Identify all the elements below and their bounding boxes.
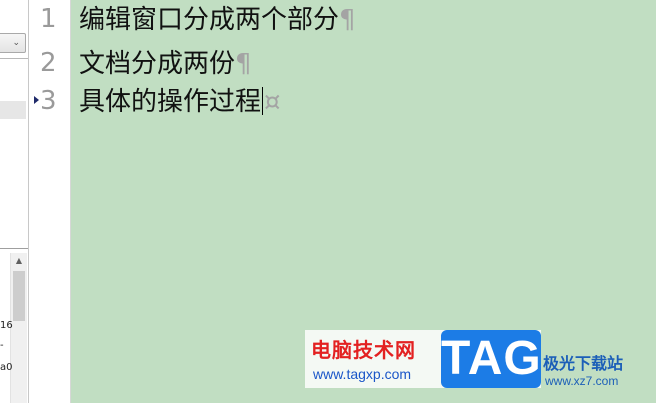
watermark-site-name: 极光下载站 (543, 354, 624, 373)
paragraph-mark-icon: ¶ (235, 49, 252, 79)
side-panel: ⌄ ▲ 16 - a0 (0, 0, 29, 403)
watermark-logo: TAG (441, 330, 541, 388)
text-line[interactable]: 编辑窗口分成两个部分¶ (79, 3, 356, 37)
scrollbar-thumb[interactable] (13, 271, 25, 321)
watermark: 电脑技术网 www.tagxp.com TAG 极光下载站 www.xz7.co… (305, 330, 650, 390)
text-cursor (262, 87, 264, 115)
panel-divider (0, 58, 28, 59)
panel-splitter[interactable] (0, 248, 28, 249)
panel-text-fragment: 16 (0, 320, 13, 331)
line-text: 编辑窗口分成两个部分 (79, 5, 340, 35)
watermark-title: 电脑技术网 (311, 338, 416, 362)
line-number: 1 (40, 4, 57, 34)
editor-window: ⌄ ▲ 16 - a0 1 2 3 编辑窗口分成两个部分¶ 文档分成两份¶ 具体… (0, 0, 656, 403)
panel-text-fragment: a0 (0, 362, 13, 373)
scroll-up-icon[interactable]: ▲ (11, 253, 27, 269)
line-number: 2 (40, 48, 57, 78)
line-text: 具体的操作过程 (79, 87, 262, 117)
watermark-url: www.tagxp.com (313, 366, 412, 382)
chevron-down-icon[interactable]: ⌄ (12, 37, 20, 49)
watermark-site-url: www.xz7.com (545, 374, 619, 388)
panel-dropdown[interactable]: ⌄ (0, 33, 26, 53)
text-line[interactable]: 文档分成两份¶ (79, 47, 252, 81)
line-number-gutter: 1 2 3 (32, 0, 71, 403)
current-line-marker-icon (34, 96, 39, 104)
panel-text-fragment: - (0, 340, 4, 351)
line-number: 3 (40, 86, 57, 116)
paragraph-mark-icon: ¶ (339, 5, 356, 35)
end-of-file-mark-icon: ¤ (264, 87, 281, 117)
line-text: 文档分成两份 (79, 49, 236, 79)
text-line[interactable]: 具体的操作过程 ¤ (79, 85, 281, 119)
panel-selected-item[interactable] (0, 101, 26, 119)
